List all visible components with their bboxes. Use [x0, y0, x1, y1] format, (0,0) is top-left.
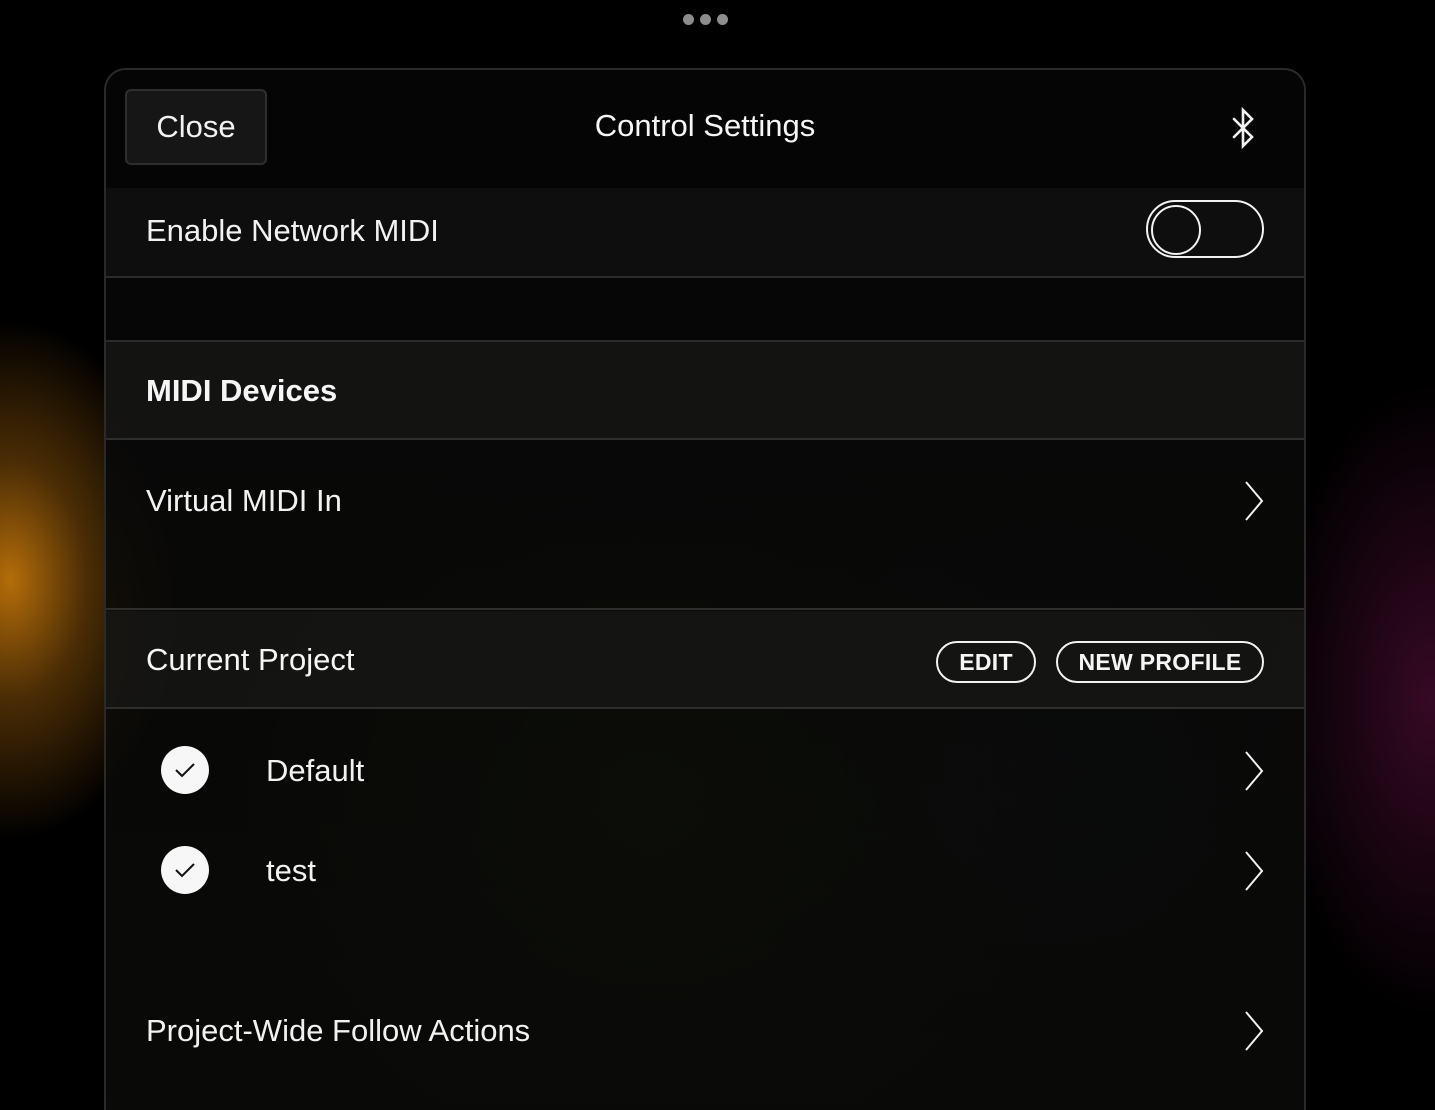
- profile-label: Default: [266, 753, 365, 788]
- edit-button[interactable]: EDIT: [936, 641, 1036, 683]
- list-item-profile-test[interactable]: test: [106, 820, 1304, 920]
- chevron-right-icon: [1245, 481, 1264, 521]
- network-midi-label: Enable Network MIDI: [146, 213, 439, 248]
- bluetooth-icon[interactable]: [1228, 106, 1260, 152]
- current-project-title: Current Project: [146, 642, 355, 677]
- current-project-header: Current Project EDIT NEW PROFILE: [106, 611, 1304, 709]
- spacer-row: [106, 278, 1304, 342]
- new-profile-button[interactable]: NEW PROFILE: [1056, 641, 1264, 683]
- panel-header: Close Control Settings: [106, 70, 1304, 188]
- list-item-follow-actions[interactable]: Project-Wide Follow Actions: [106, 980, 1304, 1080]
- checkmark-icon[interactable]: [161, 746, 209, 794]
- network-midi-row: Enable Network MIDI: [106, 188, 1304, 278]
- more-handle-icon[interactable]: [683, 14, 728, 25]
- network-midi-toggle[interactable]: [1146, 200, 1264, 258]
- checkmark-icon[interactable]: [161, 846, 209, 894]
- control-settings-panel: Close Control Settings Enable Network MI…: [104, 68, 1306, 1110]
- follow-actions-label: Project-Wide Follow Actions: [146, 1013, 531, 1048]
- chevron-right-icon: [1245, 1011, 1264, 1051]
- midi-devices-header: MIDI Devices: [106, 342, 1304, 440]
- list-item-profile-default[interactable]: Default: [106, 720, 1304, 820]
- page-title: Control Settings: [594, 108, 816, 143]
- profile-label: test: [266, 853, 316, 888]
- chevron-right-icon: [1245, 751, 1264, 791]
- list-item-virtual-midi-in[interactable]: Virtual MIDI In: [106, 440, 1304, 610]
- chevron-right-icon: [1245, 851, 1264, 891]
- virtual-midi-in-label: Virtual MIDI In: [146, 483, 342, 518]
- toggle-knob: [1151, 205, 1201, 255]
- midi-devices-title: MIDI Devices: [146, 373, 338, 408]
